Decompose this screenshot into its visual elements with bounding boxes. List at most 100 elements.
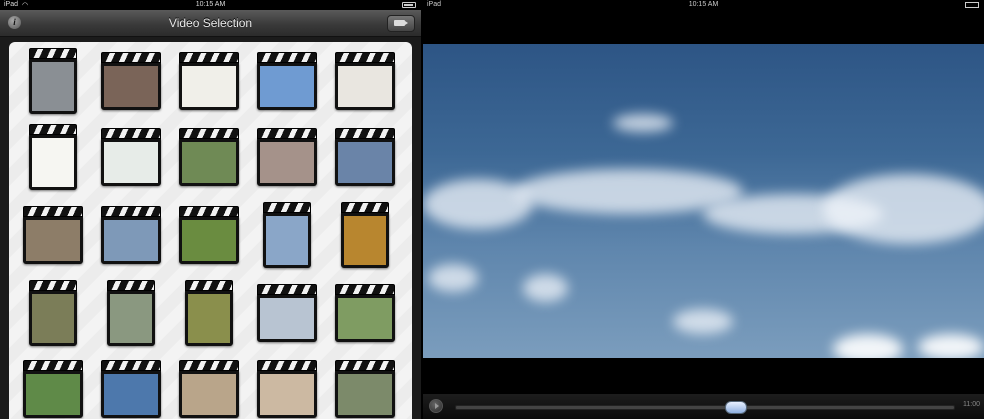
clapperboard-icon [29,124,77,135]
clip-preview-image [335,63,395,110]
status-bar: iPad 10:15 AM [423,0,984,10]
clapperboard-icon [179,128,239,139]
clip-preview-image [179,217,239,264]
clapperboard-icon [335,360,395,371]
video-clip-thumbnail[interactable] [101,52,161,110]
cloud-shape [673,309,733,334]
video-clip-thumbnail[interactable] [257,360,317,418]
clapperboard-icon [263,202,311,213]
clapperboard-icon [101,206,161,217]
clip-preview-image [101,217,161,264]
cloud-shape [428,264,478,292]
video-clip-thumbnail[interactable] [101,206,161,264]
video-clip-thumbnail[interactable] [263,202,311,268]
clip-preview-image [335,371,395,418]
video-clip-thumbnail[interactable] [179,52,239,110]
video-clip-thumbnail[interactable] [185,280,233,346]
nav-bar: i Video Selection [0,10,421,37]
clip-preview-image [29,59,77,114]
clapperboard-icon [335,52,395,63]
clapperboard-icon [341,202,389,213]
clapperboard-icon [185,280,233,291]
video-clip-thumbnail[interactable] [29,48,77,114]
clip-preview-image [335,295,395,342]
clip-preview-image [185,291,233,346]
clapperboard-icon [179,52,239,63]
video-clip-thumbnail[interactable] [101,360,161,418]
cloud-shape [918,334,984,358]
video-clip-thumbnail[interactable] [29,280,77,346]
clapperboard-icon [107,280,155,291]
cloud-shape [823,174,984,244]
clip-preview-image [257,371,317,418]
clip-preview-image [101,139,161,186]
clapperboard-icon [101,128,161,139]
clip-preview-image [29,291,77,346]
page-title: Video Selection [168,16,253,30]
video-clip-thumbnail[interactable] [29,124,77,190]
clip-preview-image [23,371,83,418]
clip-preview-image [257,139,317,186]
clapperboard-icon [335,284,395,295]
scrubber-track[interactable] [455,401,955,414]
video-clip-thumbnail[interactable] [335,360,395,418]
video-clip-thumbnail[interactable] [257,52,317,110]
duration-label: 11:00 [963,401,980,408]
video-clip-thumbnail[interactable] [335,128,395,186]
play-icon [435,403,439,409]
clapperboard-icon [23,206,83,217]
clapperboard-icon [101,52,161,63]
clip-preview-image [179,371,239,418]
clapperboard-icon [257,284,317,295]
video-selection-pane: iPad ◠ 10:15 AM i Video Selection [0,0,421,419]
clip-preview-image [257,295,317,342]
video-clip-thumbnail[interactable] [257,128,317,186]
scrubber-handle[interactable] [724,401,747,414]
video-clip-thumbnail[interactable] [257,284,317,342]
clapperboard-icon [29,280,77,291]
clapperboard-icon [257,128,317,139]
clip-preview-image [179,63,239,110]
video-frame[interactable] [423,44,984,358]
clip-preview-image [179,139,239,186]
video-grid [9,42,412,419]
video-clip-thumbnail[interactable] [341,202,389,268]
video-clip-thumbnail[interactable] [179,206,239,264]
clip-preview-image [341,213,389,268]
clip-preview-image [29,135,77,190]
video-clip-thumbnail[interactable] [179,128,239,186]
video-clip-thumbnail[interactable] [335,284,395,342]
clapperboard-icon [29,48,77,59]
play-button[interactable] [429,399,443,413]
video-clip-thumbnail[interactable] [107,280,155,346]
clip-preview-image [107,291,155,346]
clip-preview-image [23,217,83,264]
clip-preview-image [257,63,317,110]
status-time: 10:15 AM [688,1,719,8]
playback-controls: 11:00 [423,394,984,419]
clapperboard-icon [101,360,161,371]
clip-preview-image [263,213,311,268]
clip-preview-image [101,63,161,110]
video-player-pane: iPad 10:15 AM 11:00 [423,0,984,419]
cloud-shape [523,274,568,302]
video-clip-thumbnail[interactable] [335,52,395,110]
cloud-shape [833,334,903,358]
clapperboard-icon [179,360,239,371]
status-time: 10:15 AM [195,1,226,8]
video-mode-button[interactable] [387,15,415,32]
battery-icon [402,2,416,8]
video-clip-thumbnail[interactable] [101,128,161,186]
clapperboard-icon [257,52,317,63]
video-clip-thumbnail[interactable] [179,360,239,418]
video-clip-thumbnail[interactable] [23,360,83,418]
clip-preview-image [335,139,395,186]
clapperboard-icon [257,360,317,371]
cloud-shape [613,114,673,132]
clip-preview-image [101,371,161,418]
video-clip-thumbnail[interactable] [23,206,83,264]
clapperboard-icon [23,360,83,371]
status-bar: iPad ◠ 10:15 AM [0,0,421,10]
battery-icon [965,2,979,8]
clapperboard-icon [179,206,239,217]
